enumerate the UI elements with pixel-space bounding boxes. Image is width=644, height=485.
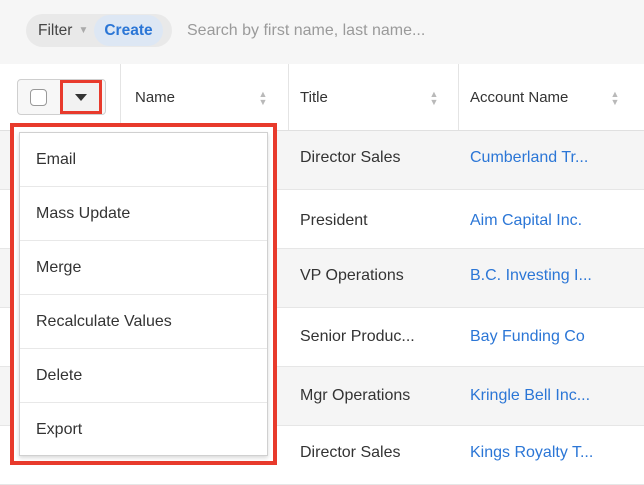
cell-title: Mgr Operations — [300, 387, 411, 404]
caret-down-icon — [75, 93, 87, 101]
column-header-account-name[interactable]: Account Name — [470, 64, 568, 130]
cell-title: Senior Produc... — [300, 328, 415, 345]
menu-item-export[interactable]: Export — [20, 403, 267, 457]
column-divider — [120, 64, 121, 130]
sort-icon[interactable]: ▲ ▼ — [610, 90, 620, 107]
column-header-title[interactable]: Title — [300, 64, 328, 130]
mass-action-menu-list: Email Mass Update Merge Recalculate Valu… — [19, 132, 268, 456]
cell-title: President — [300, 212, 368, 229]
cell-account-link[interactable]: Kings Royalty T... — [470, 444, 593, 462]
menu-item-email[interactable]: Email — [20, 133, 267, 187]
column-divider — [288, 64, 289, 130]
cell-account-link[interactable]: B.C. Investing I... — [470, 267, 592, 285]
menu-item-mass-update[interactable]: Mass Update — [20, 187, 267, 241]
cell-account-link[interactable]: Kringle Bell Inc... — [470, 387, 590, 405]
filter-button[interactable]: Filter — [38, 22, 72, 40]
menu-item-recalculate-values[interactable]: Recalculate Values — [20, 295, 267, 349]
mass-action-menu: Email Mass Update Merge Recalculate Valu… — [10, 123, 277, 465]
filter-pill[interactable]: Filter ▼ Create — [26, 14, 172, 47]
cell-title: Director Sales — [300, 444, 401, 461]
cell-account-link[interactable]: Cumberland Tr... — [470, 149, 588, 167]
cell-title: Director Sales — [300, 149, 401, 166]
mass-action-dropdown-button[interactable] — [60, 80, 102, 114]
cell-title: VP Operations — [300, 267, 404, 284]
create-filter-button[interactable]: Create — [94, 15, 163, 46]
sort-icon[interactable]: ▲ ▼ — [429, 90, 439, 107]
select-all-checkbox[interactable] — [30, 89, 47, 106]
chevron-down-icon[interactable]: ▼ — [78, 25, 88, 36]
sort-icon[interactable]: ▲ ▼ — [258, 90, 268, 107]
column-header-name[interactable]: Name — [135, 64, 175, 130]
search-input[interactable] — [185, 16, 609, 46]
cell-account-link[interactable]: Bay Funding Co — [470, 328, 585, 346]
filter-bar: Filter ▼ Create — [0, 0, 644, 65]
cell-account-link[interactable]: Aim Capital Inc. — [470, 212, 582, 230]
menu-item-delete[interactable]: Delete — [20, 349, 267, 403]
column-divider — [458, 64, 459, 130]
menu-item-merge[interactable]: Merge — [20, 241, 267, 295]
